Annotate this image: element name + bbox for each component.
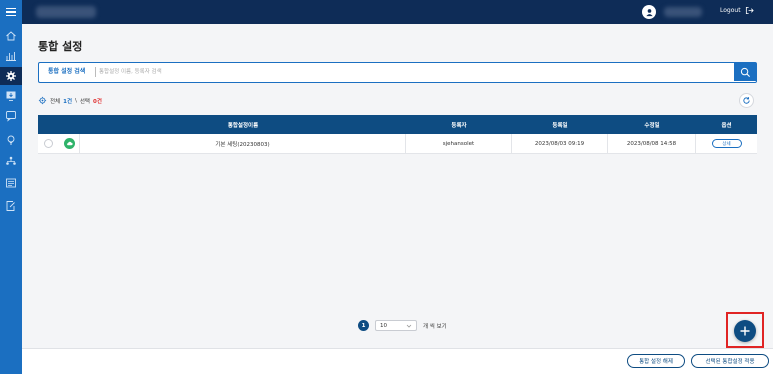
table-row[interactable]: 기본 세팅(20230803) sjehansolet 2023/08/03 0… xyxy=(38,134,757,154)
column-header-registered[interactable]: 등록일 xyxy=(512,115,608,134)
page-size-suffix: 개 씩 보기 xyxy=(423,323,447,330)
total-label: 전체 xyxy=(50,98,61,105)
row-name: 기본 세팅(20230803) xyxy=(80,134,406,153)
page-title: 통합 설정 xyxy=(38,40,83,53)
lightbulb-icon xyxy=(7,135,15,145)
search-bar: 통합 설정 검색 xyxy=(38,62,757,83)
sidebar-item-list[interactable] xyxy=(0,174,22,192)
logout-button[interactable]: Logout xyxy=(720,6,754,15)
row-status-cell xyxy=(59,134,80,153)
total-count: 1건 xyxy=(63,98,73,105)
search-button[interactable] xyxy=(734,63,756,81)
page-size-select[interactable]: 10 xyxy=(375,320,417,331)
sidebar-item-stats[interactable] xyxy=(0,47,22,65)
gear-icon xyxy=(6,71,16,81)
column-header-modified[interactable]: 수정일 xyxy=(608,115,696,134)
result-summary: 전체 1건 \ 선택 0건 xyxy=(38,96,102,105)
page-size-value: 10 xyxy=(380,322,387,329)
chat-icon xyxy=(6,111,16,122)
network-icon xyxy=(6,156,16,165)
hamburger-menu-icon[interactable] xyxy=(0,0,22,24)
page-number-current[interactable]: 1 xyxy=(358,320,369,331)
logout-label: Logout xyxy=(720,7,741,14)
home-icon xyxy=(6,31,16,41)
selected-label: 선택 xyxy=(79,98,90,105)
sidebar-item-tips[interactable] xyxy=(0,131,22,149)
column-header-option: 옵션 xyxy=(721,122,732,129)
bottom-action-bar: 통합 설정 해제 선택된 통합설정 적용 xyxy=(22,348,773,374)
sidebar xyxy=(0,24,22,374)
search-label: 통합 설정 검색 xyxy=(48,68,86,75)
settings-count-icon xyxy=(38,96,47,105)
apply-selected-setting-button[interactable]: 선택된 통합설정 적용 xyxy=(691,354,769,368)
refresh-button[interactable] xyxy=(739,93,754,108)
search-icon xyxy=(740,67,750,77)
column-header-name[interactable]: 통합설정이름 xyxy=(80,115,406,134)
bar-chart-icon xyxy=(6,52,16,61)
user-avatar-icon[interactable] xyxy=(642,5,656,19)
row-modified-date: 2023/08/08 14:58 xyxy=(608,134,696,153)
user-name xyxy=(664,7,702,17)
search-input[interactable] xyxy=(99,64,729,80)
sidebar-item-settings[interactable] xyxy=(0,67,22,85)
sidebar-item-deploy[interactable] xyxy=(0,87,22,105)
detail-button[interactable]: 상세 xyxy=(711,139,742,148)
sidebar-item-message[interactable] xyxy=(0,107,22,125)
pagination: 1 10 개 씩 보기 xyxy=(358,320,447,331)
row-option-cell: 상세 xyxy=(696,134,757,153)
release-setting-button[interactable]: 통합 설정 해제 xyxy=(627,354,685,368)
row-registered-date: 2023/08/03 09:19 xyxy=(512,134,608,153)
refresh-icon xyxy=(743,97,750,104)
sidebar-item-report[interactable] xyxy=(0,197,22,215)
logout-icon xyxy=(745,6,754,15)
edit-document-icon xyxy=(6,201,15,211)
row-select-cell xyxy=(38,134,59,153)
sidebar-item-home[interactable] xyxy=(0,27,22,45)
sidebar-item-network[interactable] xyxy=(0,152,22,170)
cloud-icon xyxy=(63,138,75,149)
chevron-down-icon xyxy=(406,324,412,328)
list-icon xyxy=(6,178,16,188)
top-header: Logout xyxy=(0,0,773,24)
summary-separator: \ xyxy=(75,97,77,104)
column-header-registrant[interactable]: 등록자 xyxy=(406,115,512,134)
row-radio[interactable] xyxy=(44,139,53,148)
plus-icon xyxy=(740,326,750,336)
monitor-download-icon xyxy=(6,91,16,101)
table-header: 통합설정이름 등록자 등록일 수정일 옵션 xyxy=(38,115,757,134)
row-registrant: sjehansolet xyxy=(406,134,512,153)
search-divider xyxy=(95,67,96,77)
add-setting-button[interactable] xyxy=(734,320,756,342)
selected-count: 0건 xyxy=(93,98,102,105)
brand-logo xyxy=(36,6,96,18)
settings-table: 통합설정이름 등록자 등록일 수정일 옵션 기본 세팅(20230803) sj… xyxy=(38,115,757,154)
